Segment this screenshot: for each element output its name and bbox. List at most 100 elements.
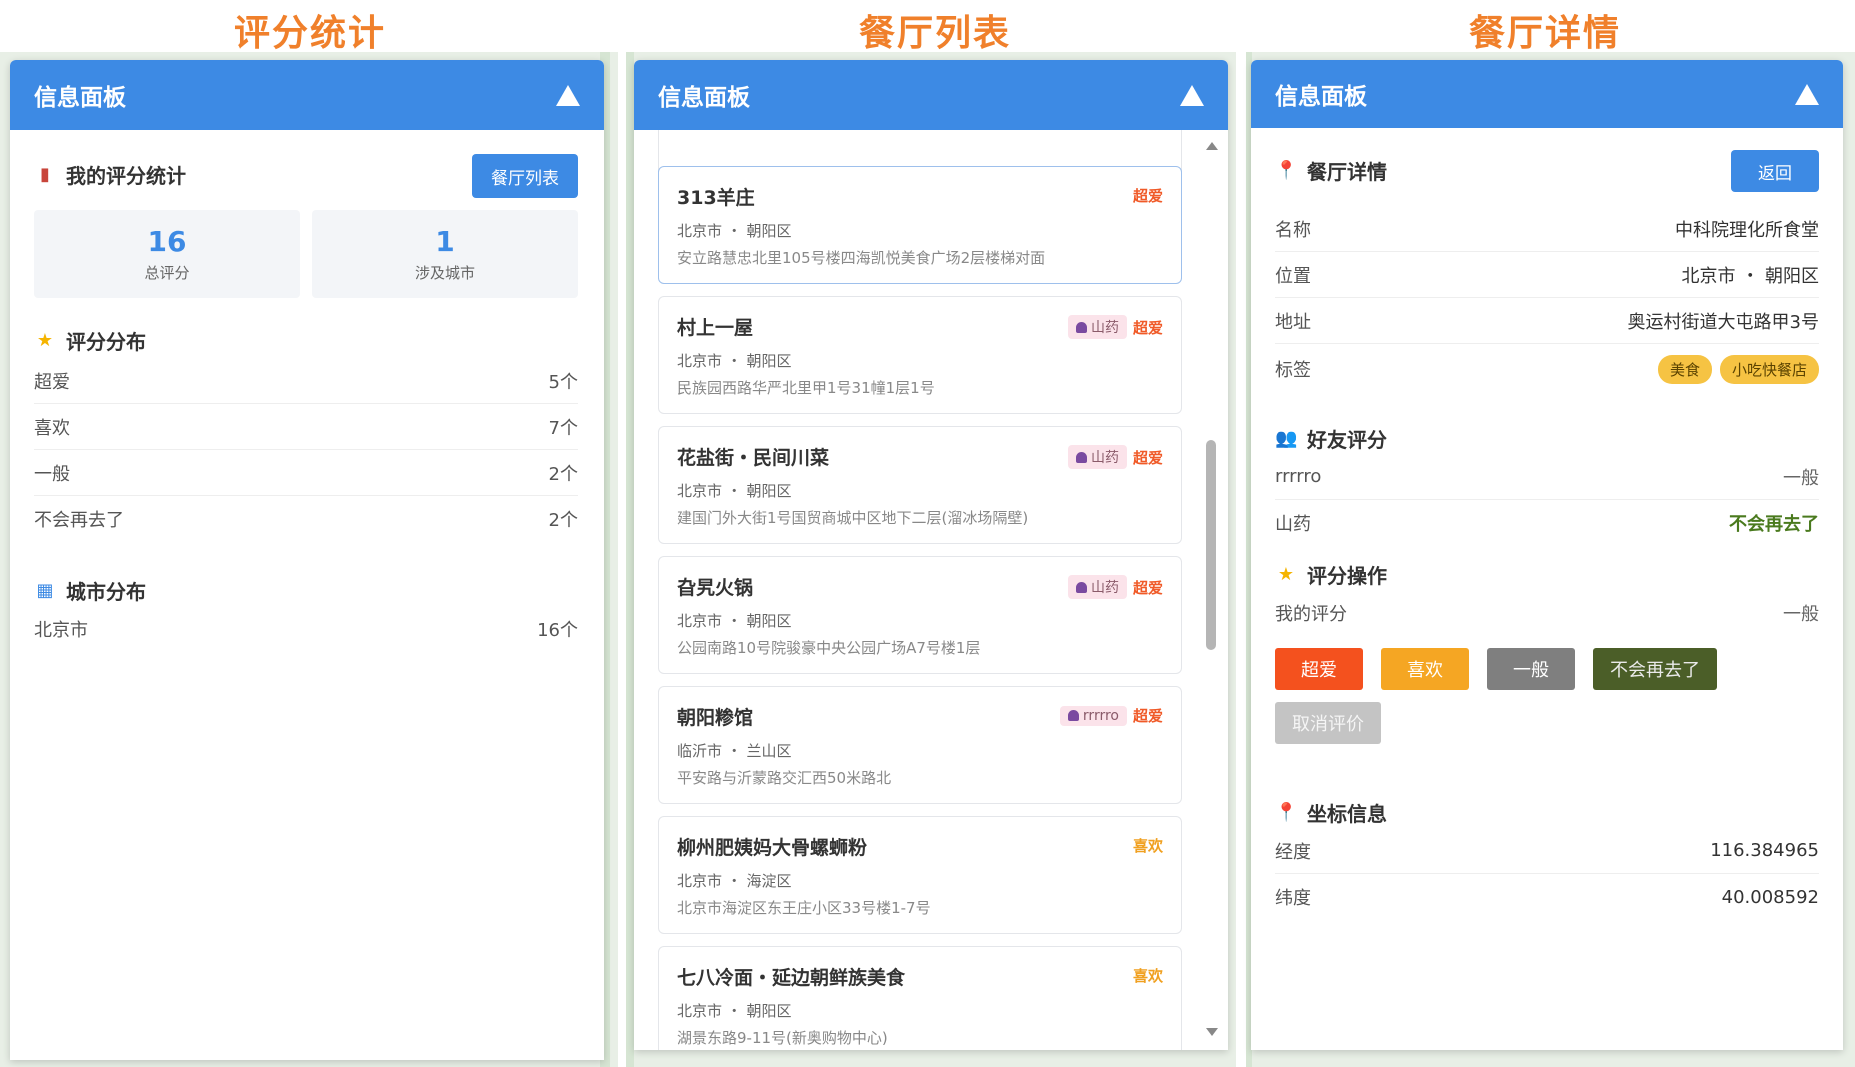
scrollbar[interactable] [1202, 140, 1220, 1040]
restaurant-card[interactable]: 旮旯火锅 北京市 ・ 朝阳区 公园南路10号院骏豪中央公园广场A7号楼1层 山药… [658, 556, 1182, 674]
user-icon [1067, 710, 1079, 721]
restaurant-location: 北京市 ・ 朝阳区 [677, 482, 792, 500]
rate-never-button[interactable]: 不会再去了 [1593, 648, 1717, 690]
distribution-row: 超爱 5个 [34, 358, 578, 404]
caption-stats: 评分统计 [233, 13, 386, 54]
caption-list: 餐厅列表 [858, 13, 1011, 54]
rating-badge: 超爱 [1132, 707, 1163, 725]
restaurant-address: 湖景东路9-11号(新奥购物中心) [677, 1029, 888, 1047]
total-ratings-value: 16 [147, 225, 187, 258]
friend-row: rrrrro 一般 [1275, 454, 1819, 500]
tag-chip: 小吃快餐店 [1719, 354, 1819, 384]
city-distribution-title-text: 城市分布 [66, 580, 146, 604]
restaurant-list: 313羊庄 北京市 ・ 朝阳区 安立路慧忠北里105号楼四海凯悦美食广场2层楼梯… [634, 130, 1228, 1050]
location-pin-icon: 📍 [1275, 159, 1298, 181]
collapse-icon[interactable] [1795, 83, 1819, 105]
back-button[interactable]: 返回 [1731, 150, 1819, 192]
restaurant-address: 平安路与沂蒙路交汇西50米路北 [677, 769, 892, 787]
collapse-icon[interactable] [1180, 84, 1204, 106]
rate-like-button[interactable]: 喜欢 [1381, 648, 1469, 690]
restaurant-name: 313羊庄 [677, 187, 755, 209]
city-icon: ▦ [36, 579, 54, 601]
restaurant-location: 北京市 ・ 朝阳区 [677, 352, 792, 370]
detail-title: 📍 餐厅详情 [1275, 156, 1387, 185]
user-icon [1075, 321, 1087, 333]
star-icon: ★ [36, 329, 54, 351]
rating-badge: 喜欢 [1132, 967, 1163, 985]
tags-row: 标签 美食 小吃快餐店 [1275, 344, 1819, 394]
panel-header: 信息面板 [634, 60, 1228, 130]
restaurant-list-button[interactable]: 餐厅列表 [472, 154, 578, 198]
panel-title: 信息面板 [658, 85, 750, 111]
friend-row: 山药 不会再去了 [1275, 514, 1819, 535]
rating-badge: 超爱 [1132, 448, 1163, 467]
rate-ok-button[interactable]: 一般 [1487, 648, 1575, 690]
friend-badge: rrrrro [1059, 705, 1127, 726]
restaurant-address: 安立路慧忠北里105号楼四海凯悦美食广场2层楼梯对面 [677, 249, 1046, 267]
cities-box: 1 涉及城市 [312, 210, 578, 298]
distribution-row: 不会再去了 2个 [34, 510, 578, 531]
panel-title: 信息面板 [34, 85, 126, 111]
friend-badge: 山药 [1067, 575, 1127, 599]
friend-badge: 山药 [1067, 445, 1127, 469]
stats-title-text: 我的评分统计 [66, 164, 186, 188]
star-icon: ★ [1277, 563, 1295, 585]
cancel-rating-button[interactable]: 取消评价 [1275, 702, 1381, 744]
scroll-down-icon[interactable] [1206, 1028, 1218, 1036]
city-list: 北京市 16个 [34, 606, 578, 652]
rate-love-button[interactable]: 超爱 [1275, 648, 1363, 690]
tag-chip: 美食 [1657, 354, 1712, 384]
rating-badge: 超爱 [1132, 187, 1163, 205]
restaurant-name: 七八冷面・延边朝鲜族美食 [677, 967, 906, 989]
scroll-up-icon[interactable] [1206, 142, 1218, 150]
panel-title: 信息面板 [1275, 84, 1367, 110]
my-rating-row: 我的评分 一般 [1275, 604, 1819, 625]
restaurant-location: 北京市 ・ 朝阳区 [677, 1002, 792, 1020]
restaurant-location: 临沂市 ・ 兰山区 [677, 742, 792, 760]
friends-icon: 👥 [1275, 427, 1298, 449]
distribution-row: 喜欢 7个 [34, 404, 578, 450]
scrollbar-thumb[interactable] [1206, 440, 1216, 650]
collapse-icon[interactable] [556, 84, 580, 106]
detail-panel: 信息面板 📍 餐厅详情 返回 名称 中科院理化所食堂 位置 北京市 ・ 朝阳区 地址… [1251, 60, 1843, 1050]
field-row: 位置 北京市 ・ 朝阳区 [1275, 252, 1819, 298]
list-panel: 信息面板 313羊庄 北京市 ・ 朝阳区 安立路慧忠北里105号楼四海凯悦美食广… [634, 60, 1228, 1050]
location-pin-icon: 📍 [1275, 801, 1298, 823]
restaurant-card[interactable]: 313羊庄 北京市 ・ 朝阳区 安立路慧忠北里105号楼四海凯悦美食广场2层楼梯… [658, 166, 1182, 284]
stats-title: ▮ 我的评分统计 [34, 160, 186, 189]
friends-list: rrrrro 一般 山药 不会再去了 [1275, 454, 1819, 546]
restaurant-card[interactable]: 村上一屋 北京市 ・ 朝阳区 民族园西路华严北里甲1号31幢1层1号 山药 超爱 [658, 296, 1182, 414]
restaurant-location: 北京市 ・ 朝阳区 [677, 612, 792, 630]
restaurant-card[interactable]: 七八冷面・延边朝鲜族美食 北京市 ・ 朝阳区 湖景东路9-11号(新奥购物中心)… [658, 946, 1182, 1050]
distribution-row: 一般 2个 [34, 450, 578, 496]
panel-header: 信息面板 [1251, 60, 1843, 128]
restaurant-card[interactable]: 朝阳糁馆 临沂市 ・ 兰山区 平安路与沂蒙路交汇西50米路北 rrrrro 超爱 [658, 686, 1182, 804]
rating-action-title: ★ 评分操作 [1275, 560, 1387, 589]
stats-panel: 信息面板 ▮ 我的评分统计 餐厅列表 16 总评分 1 涉及城市 ★ 评分分布 … [10, 60, 604, 1060]
restaurant-card[interactable]: 柳州肥姨妈大骨螺蛳粉 北京市 ・ 海淀区 北京市海淀区东王庄小区33号楼1-7号… [658, 816, 1182, 934]
user-icon [1075, 581, 1087, 593]
distribution-title: ★ 评分分布 [34, 326, 146, 355]
coordinates-title: 📍 坐标信息 [1275, 798, 1387, 827]
rating-badge: 喜欢 [1132, 837, 1163, 855]
my-rating: 我的评分 一般 [1275, 590, 1819, 636]
detail-title-text: 餐厅详情 [1307, 160, 1387, 184]
restaurant-address: 公园南路10号院骏豪中央公园广场A7号楼1层 [677, 639, 981, 657]
detail-fields: 名称 中科院理化所食堂 位置 北京市 ・ 朝阳区 地址 奥运村街道大屯路甲3号 标签 … [1275, 206, 1819, 394]
restaurant-location: 北京市 ・ 朝阳区 [677, 222, 792, 240]
restaurant-location: 北京市 ・ 海淀区 [677, 872, 792, 890]
friend-badge: 山药 [1067, 315, 1127, 339]
distribution-title-text: 评分分布 [66, 330, 146, 354]
friends-title: 👥 好友评分 [1275, 424, 1387, 453]
panel-header: 信息面板 [10, 60, 604, 130]
coordinates-list: 经度 116.384965 纬度 40.008592 [1275, 828, 1819, 920]
field-row: 名称 中科院理化所食堂 [1275, 206, 1819, 252]
city-distribution-title: ▦ 城市分布 [34, 576, 146, 605]
restaurant-card[interactable]: 花盐街・民间川菜 北京市 ・ 朝阳区 建国门外大街1号国贸商城中区地下二层(溜冰… [658, 426, 1182, 544]
restaurant-address: 民族园西路华严北里甲1号31幢1层1号 [677, 379, 935, 397]
friends-title-text: 好友评分 [1307, 428, 1387, 452]
restaurant-name: 柳州肥姨妈大骨螺蛳粉 [677, 837, 868, 859]
user-icon [1075, 451, 1087, 463]
rating-badge: 超爱 [1132, 578, 1163, 597]
rating-action-title-text: 评分操作 [1307, 564, 1387, 588]
